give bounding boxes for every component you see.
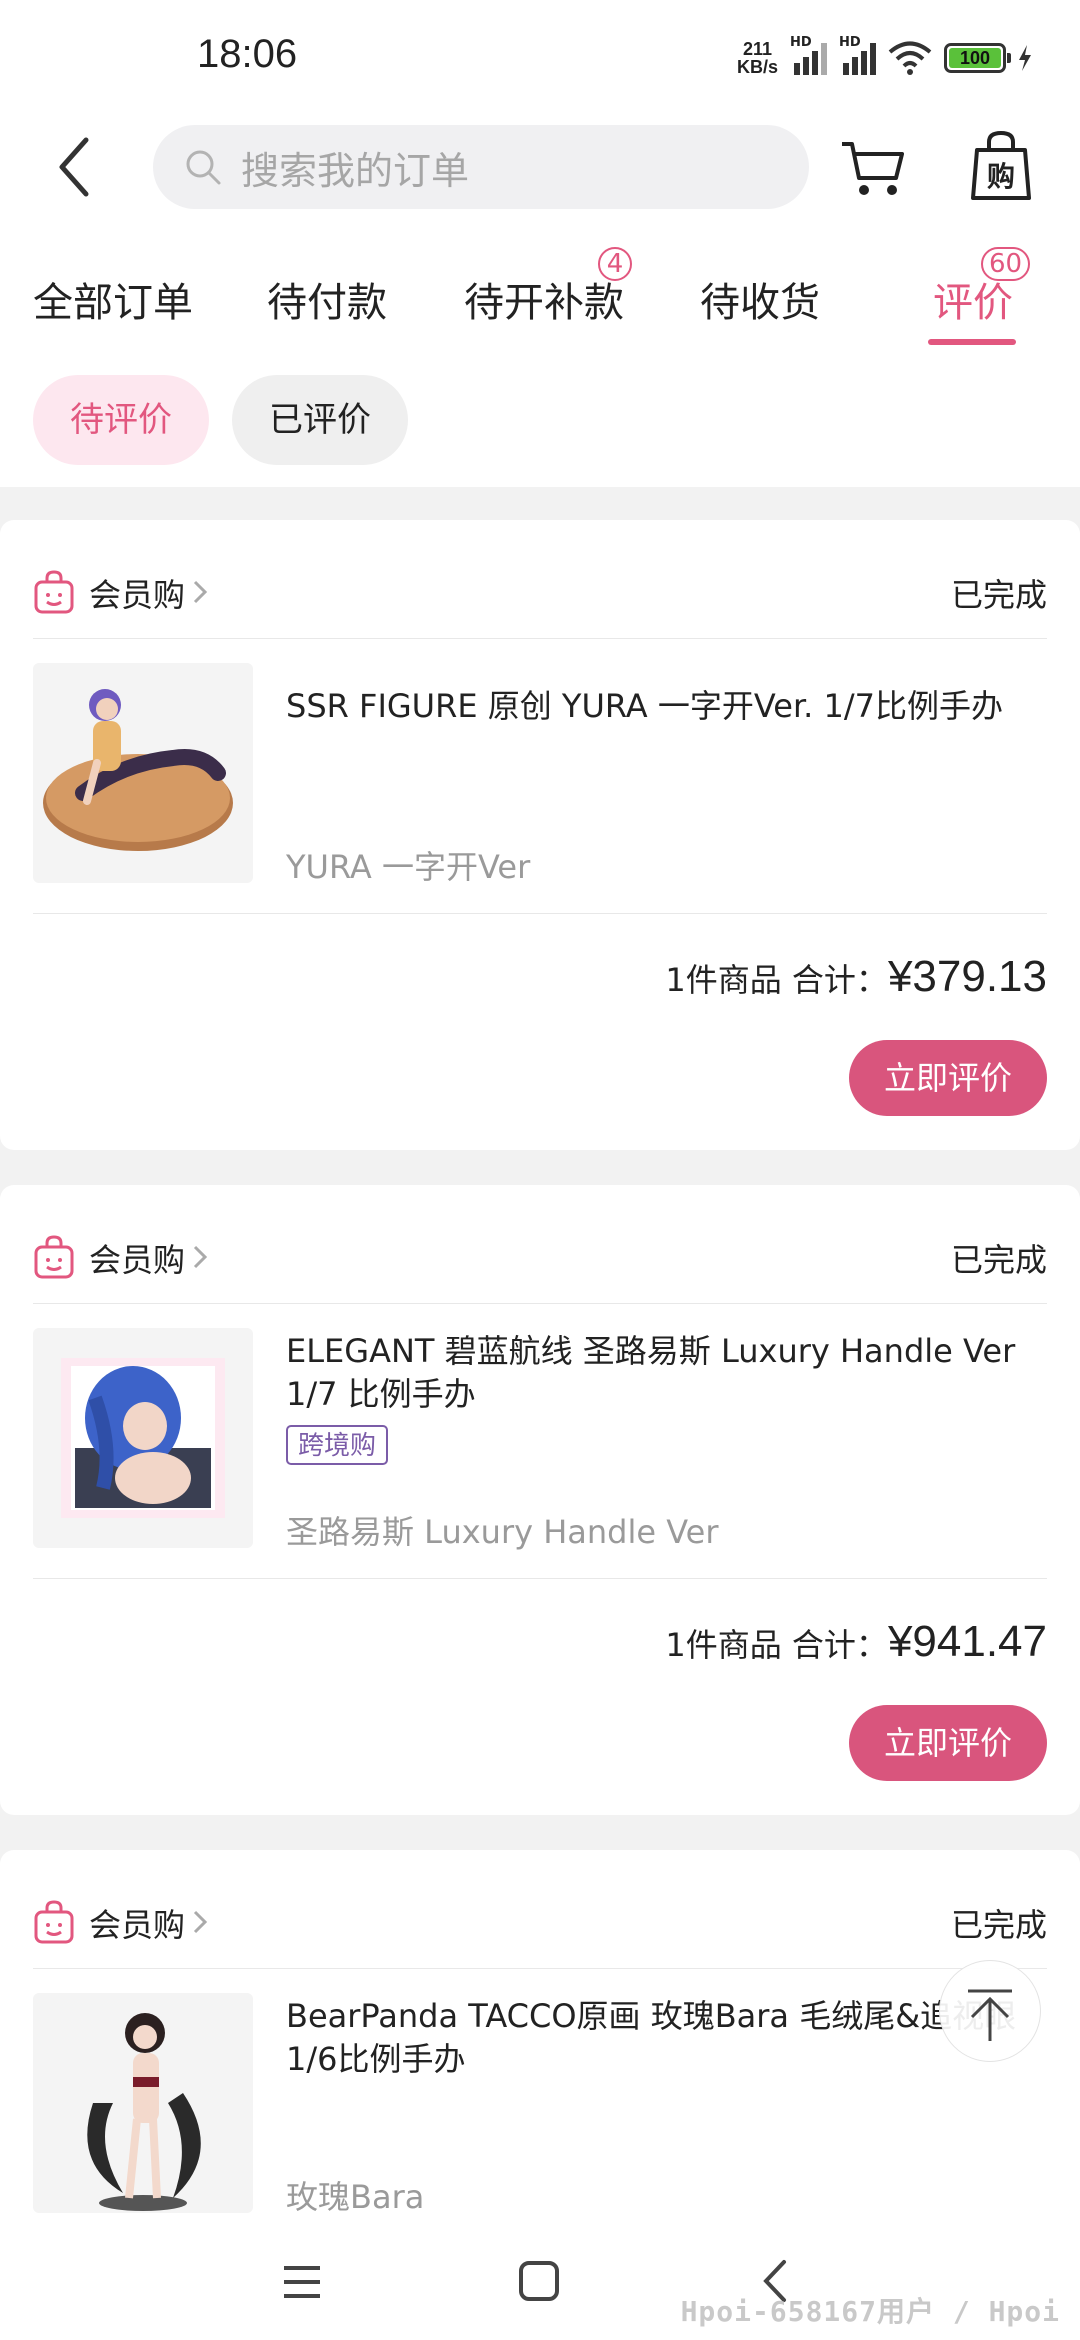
figure-st-louis-image [61,1358,225,1518]
cart-icon[interactable] [840,138,906,198]
order-card[interactable]: 会员购 已完成 SSR FIGURE 原创 YURA 一字开Ver. 1/7比例… [0,520,1080,1150]
order-header: 会员购 已完成 [33,1213,1047,1304]
chevron-right-icon [193,1910,208,1934]
divider [33,1578,1047,1579]
charging-icon [1019,45,1031,71]
review-now-button[interactable]: 立即评价 [849,1040,1047,1116]
figure-yura-image [43,689,233,851]
figure-bara-image [87,2013,201,2211]
battery-icon: 100 [944,43,1011,73]
scroll-to-top-button[interactable] [939,1960,1041,2062]
product-image[interactable] [33,1328,253,1548]
order-summary: 1件商品 合计： [665,1626,888,1664]
order-price: ¥379.13 [887,952,1047,1001]
net-speed-unit: KB/s [736,57,778,77]
shop-name[interactable]: 会员购 [89,1235,185,1281]
tab-pending-receipt[interactable]: 待收货 [700,270,820,328]
tab-pending-balance[interactable]: 待开补款 [464,270,624,328]
tab-badge-balance: 4 [598,247,632,281]
order-header: 会员购 已完成 [33,548,1047,639]
cross-border-tag: 跨境购 [286,1425,389,1465]
order-status: 已完成 [950,1241,1047,1279]
status-icons: 211 KB/s HD HD 100 [737,35,1032,80]
menu-icon[interactable] [282,2264,322,2300]
order-card[interactable]: 会员购 已完成 ELEGANT 碧蓝航线 圣路易斯 Luxury Handle … [0,1185,1080,1815]
battery-level: 100 [949,48,1001,68]
wifi-icon [888,41,932,75]
svg-text:购: 购 [987,160,1015,193]
review-now-button[interactable]: 立即评价 [849,1705,1047,1781]
shopping-bag-icon[interactable]: 购 [969,130,1033,202]
status-time: 18:06 [197,32,298,76]
net-speed-value: 211 [742,39,773,59]
arrow-up-icon [968,1989,1012,2041]
product-variant: 玫瑰Bara [286,2178,425,2216]
chevron-right-icon [193,580,208,604]
search-icon [186,150,221,185]
product-variant: 圣路易斯 Luxury Handle Ver [286,1513,719,1551]
shop-bag-icon [34,570,74,614]
order-total: 1件商品 合计：¥941.47 [665,1617,1047,1667]
order-price: ¥941.47 [887,1617,1047,1666]
filter-reviewed[interactable]: 已评价 [232,375,408,465]
product-title[interactable]: BearPanda TACCO原画 玫瑰Bara 毛绒尾&追视眼 1/6比例手办 [286,1995,1040,2081]
product-image[interactable] [33,1993,253,2213]
order-status: 已完成 [950,576,1047,614]
home-icon[interactable] [518,2260,560,2302]
chevron-right-icon [193,1245,208,1269]
active-tab-indicator [928,339,1016,345]
net-speed: 211 KB/s [737,40,778,76]
product-title[interactable]: ELEGANT 碧蓝航线 圣路易斯 Luxury Handle Ver 1/7 … [286,1330,1040,1416]
shop-bag-icon [34,1900,74,1944]
shop-bag-icon [34,1235,74,1279]
signal-icon: HD [790,35,827,75]
product-title[interactable]: SSR FIGURE 原创 YURA 一字开Ver. 1/7比例手办 [286,685,1040,728]
tab-pending-payment[interactable]: 待付款 [267,270,387,328]
shop-name[interactable]: 会员购 [89,1900,185,1946]
shop-name[interactable]: 会员购 [89,570,185,616]
order-total: 1件商品 合计：¥379.13 [665,952,1047,1002]
search-input[interactable]: 搜索我的订单 [153,125,809,209]
order-summary: 1件商品 合计： [665,961,888,999]
divider [33,913,1047,914]
order-status: 已完成 [950,1906,1047,1944]
system-nav-bar: Hpoi-658167用户 / Hpoi [0,2222,1080,2340]
order-header: 会员购 已完成 [33,1878,1047,1969]
tab-badge-review: 60 [981,247,1031,281]
filter-pending-review[interactable]: 待评价 [33,375,209,465]
signal-icon-2: HD [839,35,876,75]
search-placeholder: 搜索我的订单 [241,148,470,193]
tab-all-orders[interactable]: 全部订单 [33,270,193,328]
product-image[interactable] [33,663,253,883]
product-variant: YURA 一字开Ver [286,848,531,886]
back-arrow-icon[interactable] [50,132,100,202]
watermark: Hpoi-658167用户 / Hpoi [680,2295,1060,2328]
